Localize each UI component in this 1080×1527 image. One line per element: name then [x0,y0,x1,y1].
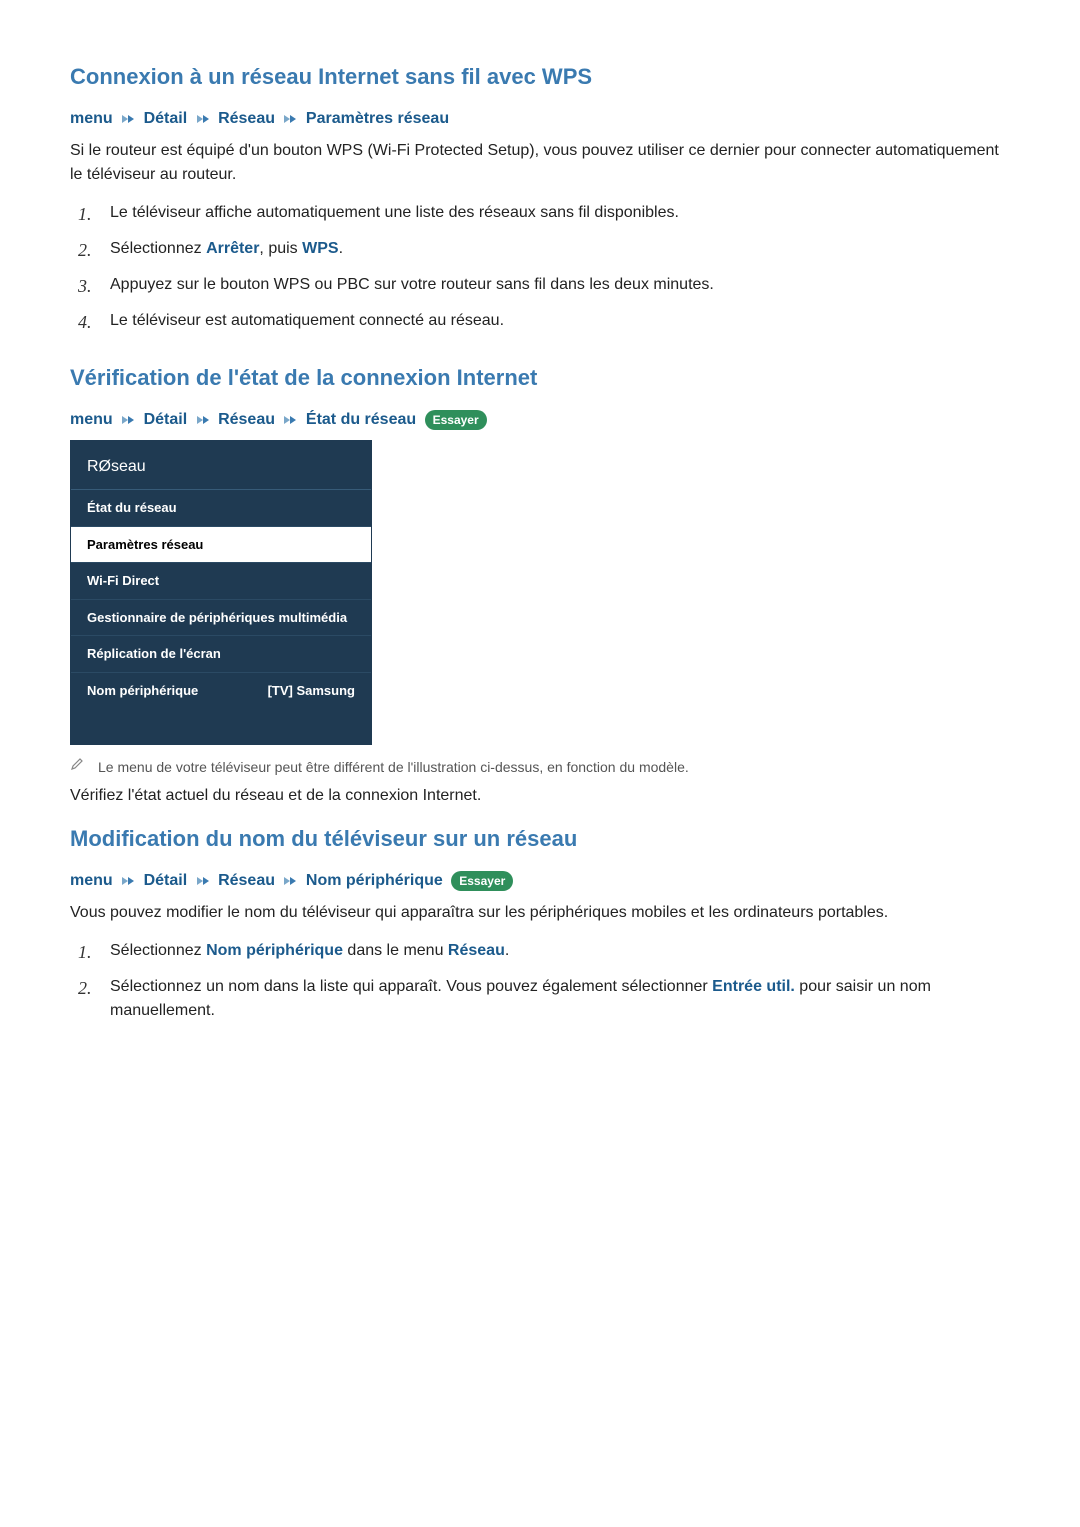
tv-menu-row: Réplication de l'écran [71,635,371,672]
chevron-right-icon [283,415,297,425]
step-item: Le téléviseur affiche automatiquement un… [110,201,1010,225]
tv-menu-row: Gestionnaire de périphériques multimédia [71,599,371,636]
tv-menu-label: Wi-Fi Direct [87,571,159,591]
keyword: Réseau [448,942,505,959]
tv-menu-label: Paramètres réseau [87,535,203,555]
chevron-right-icon [196,876,210,886]
step-text: . [505,942,509,959]
section3-intro: Vous pouvez modifier le nom du téléviseu… [70,901,1010,925]
step-text: , puis [259,240,302,257]
try-badge[interactable]: Essayer [451,871,513,891]
step-text: dans le menu [343,942,448,959]
step-text: Appuyez sur le bouton WPS ou PBC sur vot… [110,276,714,293]
crumb-last: Nom périphérique [306,872,443,889]
crumb-reseau: Réseau [218,411,275,428]
note-row: Le menu de votre téléviseur peut être di… [70,757,1010,778]
keyword: Nom périphérique [206,942,343,959]
tv-menu-row-selected: Paramètres réseau [71,526,371,563]
tv-menu-label: Nom périphérique [87,681,198,701]
crumb-detail: Détail [144,411,188,428]
crumb-menu: menu [70,872,113,889]
tv-menu-row: Wi-Fi Direct [71,562,371,599]
chevron-right-icon [196,415,210,425]
tv-menu-label: Gestionnaire de périphériques multimédia [87,608,347,628]
chevron-right-icon [121,876,135,886]
tv-menu-row: Nom périphérique [TV] Samsung [71,672,371,745]
step-text: Sélectionnez [110,240,206,257]
crumb-menu: menu [70,110,113,127]
step-item: Appuyez sur le bouton WPS ou PBC sur vot… [110,273,1010,297]
step-item: Sélectionnez Arrêter, puis WPS. [110,237,1010,261]
keyword: WPS [302,240,338,257]
section2-body: Vérifiez l'état actuel du réseau et de l… [70,784,1010,808]
step-text: Le téléviseur est automatiquement connec… [110,312,504,329]
chevron-right-icon [283,114,297,124]
tv-menu-label: État du réseau [87,498,177,518]
breadcrumb-section2: menu Détail Réseau État du réseau Essaye… [70,408,1010,432]
document-page: Connexion à un réseau Internet sans fil … [0,0,1080,1527]
tv-menu-row: État du réseau [71,489,371,526]
chevron-right-icon [121,415,135,425]
crumb-reseau: Réseau [218,872,275,889]
crumb-reseau: Réseau [218,110,275,127]
try-badge[interactable]: Essayer [425,410,487,430]
pencil-icon [70,757,84,771]
step-item: Sélectionnez Nom périphérique dans le me… [110,939,1010,963]
section1-title: Connexion à un réseau Internet sans fil … [70,60,1010,93]
step-text: Le téléviseur affiche automatiquement un… [110,204,679,221]
breadcrumb-section1: menu Détail Réseau Paramètres réseau [70,107,1010,131]
section2-title: Vérification de l'état de la connexion I… [70,361,1010,394]
section1-intro: Si le routeur est équipé d'un bouton WPS… [70,139,1010,187]
section1-steps: Le téléviseur affiche automatiquement un… [70,201,1010,333]
tv-menu-label: Réplication de l'écran [87,644,221,664]
crumb-menu: menu [70,411,113,428]
crumb-last: Paramètres réseau [306,110,449,127]
chevron-right-icon [283,876,297,886]
breadcrumb-section3: menu Détail Réseau Nom périphérique Essa… [70,869,1010,893]
crumb-detail: Détail [144,110,188,127]
section3-title: Modification du nom du téléviseur sur un… [70,822,1010,855]
step-item: Sélectionnez un nom dans la liste qui ap… [110,975,1010,1023]
tv-menu-value: [TV] Samsung [268,681,355,701]
chevron-right-icon [196,114,210,124]
keyword: Arrêter [206,240,259,257]
section3-steps: Sélectionnez Nom périphérique dans le me… [70,939,1010,1023]
step-text: . [339,240,343,257]
tv-menu-title: RØseau [71,441,371,489]
keyword: Entrée util. [712,978,795,995]
step-item: Le téléviseur est automatiquement connec… [110,309,1010,333]
tv-menu-illustration: RØseau État du réseau Paramètres réseau … [70,440,372,745]
step-text: Sélectionnez un nom dans la liste qui ap… [110,978,712,995]
note-text: Le menu de votre téléviseur peut être di… [98,757,689,778]
crumb-detail: Détail [144,872,188,889]
chevron-right-icon [121,114,135,124]
step-text: Sélectionnez [110,942,206,959]
crumb-last: État du réseau [306,411,416,428]
